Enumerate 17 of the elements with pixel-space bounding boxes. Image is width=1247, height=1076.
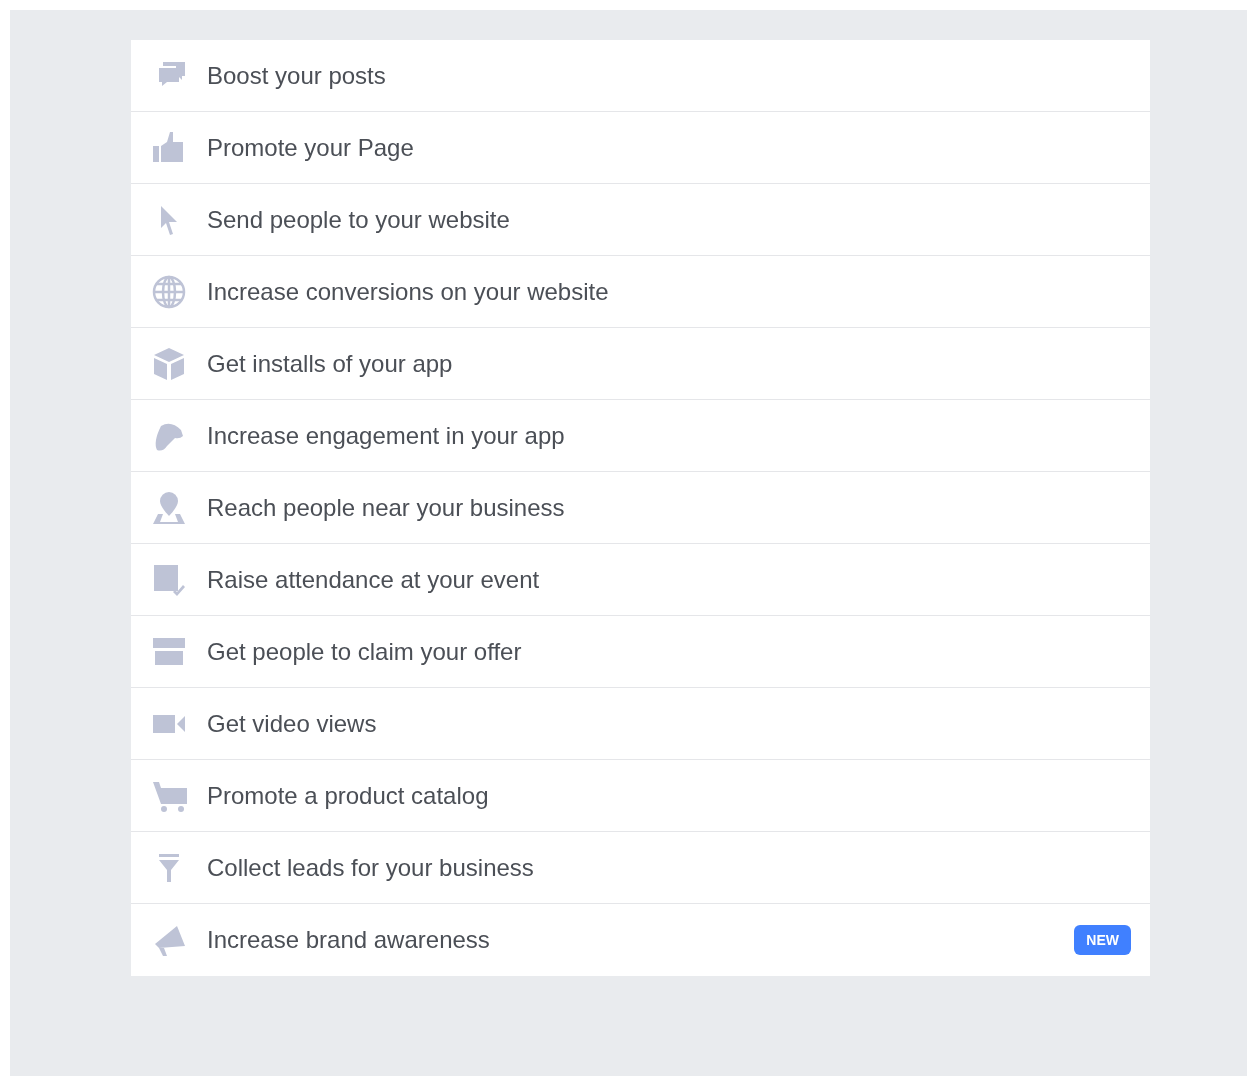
objective-option[interactable]: Get installs of your app — [207, 349, 1131, 378]
objective-option[interactable]: Reach people near your business — [207, 493, 1131, 522]
objective-option[interactable]: Increase brand awareness — [207, 926, 1075, 954]
objective-option[interactable]: Raise attendance at your event — [207, 565, 1131, 594]
globe-icon — [151, 273, 187, 310]
objective-option[interactable]: Get video views — [207, 709, 1131, 738]
map-pin-icon — [151, 489, 187, 526]
objective-option[interactable]: Increase conversions on your website — [207, 277, 1131, 306]
objective-option[interactable]: Promote your Page — [207, 133, 1131, 162]
objective-option[interactable]: Promote a product catalog — [207, 781, 1131, 810]
objective-option[interactable]: Get people to claim your offer — [207, 637, 1131, 666]
new-badge: NEW — [1074, 925, 1131, 955]
objective-option[interactable]: Collect leads for your business — [207, 853, 1131, 882]
objective-option[interactable]: Boost your posts — [207, 61, 1131, 90]
cube-icon — [151, 345, 187, 382]
objective-option[interactable]: Send people to your website — [207, 205, 1131, 234]
objective-option[interactable]: Increase engagement in your app — [207, 421, 1131, 450]
